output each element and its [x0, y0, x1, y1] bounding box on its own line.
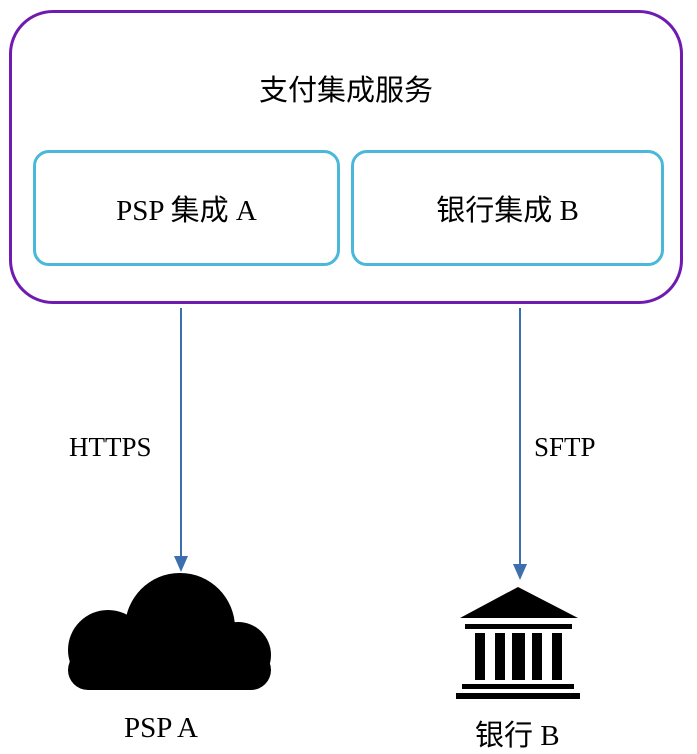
sftp-connection-arrow — [513, 308, 527, 580]
cloud-icon — [68, 573, 271, 690]
bank-endpoint-label: 银行 B — [475, 720, 560, 752]
https-protocol-label: HTTPS — [69, 432, 152, 462]
diagram-graphics — [68, 308, 580, 699]
https-connection-arrow — [174, 308, 188, 572]
bank-icon — [456, 587, 580, 699]
sftp-protocol-label: SFTP — [534, 432, 596, 462]
psp-endpoint-label: PSP A — [124, 712, 198, 744]
